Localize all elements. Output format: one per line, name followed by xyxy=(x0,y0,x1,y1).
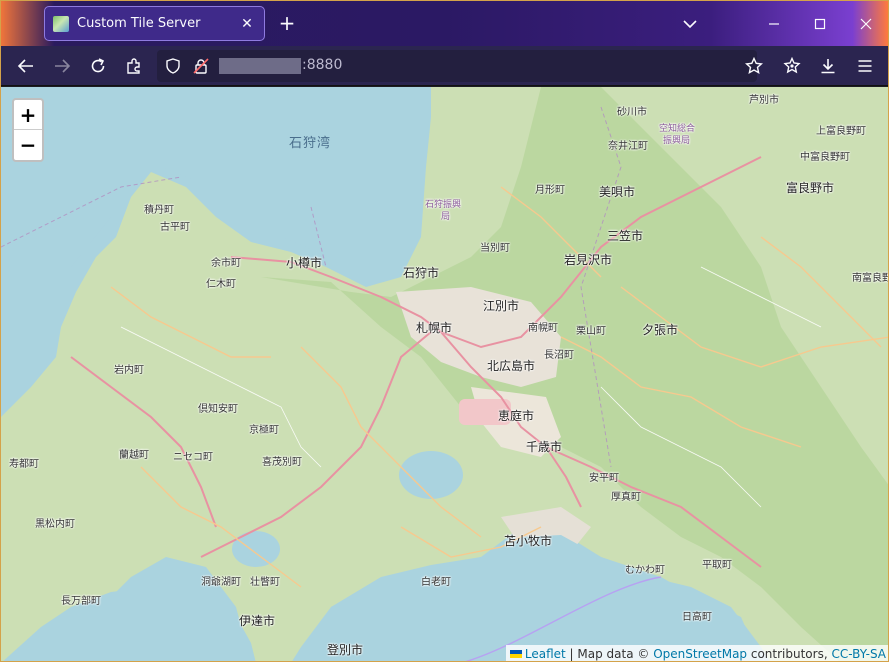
map-label: 恵庭市 xyxy=(498,409,535,423)
map-label: 中富良野町 xyxy=(800,152,850,163)
map-label: 千歳市 xyxy=(526,440,563,454)
map-label-admin: 局 xyxy=(441,212,451,222)
reload-icon xyxy=(91,58,105,73)
map-label: 札幌市 xyxy=(416,321,453,335)
bookmark-button[interactable] xyxy=(741,54,767,78)
map-label: 京極町 xyxy=(249,425,279,436)
map-label: 登別市 xyxy=(327,643,364,657)
zoom-control: + − xyxy=(12,98,44,162)
zoom-out-button[interactable]: − xyxy=(14,130,42,160)
map-label: 厚真町 xyxy=(611,492,641,503)
map-label: 夕張市 xyxy=(642,323,679,337)
map-label: 白老町 xyxy=(421,577,451,588)
downloads-button[interactable] xyxy=(815,54,841,78)
maximize-icon xyxy=(814,18,826,30)
map-label-admin: 振興局 xyxy=(663,136,691,146)
menu-button[interactable] xyxy=(852,54,878,78)
navigation-toolbar: :8880 xyxy=(1,46,888,86)
ukraine-flag-icon xyxy=(509,650,522,658)
map-label: 砂川市 xyxy=(617,107,647,118)
map-label: 南富良野 xyxy=(852,273,889,284)
map-label: 平取町 xyxy=(702,560,732,571)
forward-button[interactable] xyxy=(49,54,75,78)
map-label: 仁木町 xyxy=(206,279,236,290)
map-label: 喜茂別町 xyxy=(262,457,302,468)
close-window-button[interactable] xyxy=(851,11,881,37)
map-label: 倶知安町 xyxy=(198,404,238,415)
map-label: 上富良野町 xyxy=(816,126,866,137)
map-label: 月形町 xyxy=(535,185,565,196)
minimize-button[interactable] xyxy=(759,11,789,37)
arrow-right-icon xyxy=(55,59,71,73)
reload-button[interactable] xyxy=(85,54,111,78)
tab-strip: Custom Tile Server ✕ + xyxy=(1,1,888,46)
map-label: 小樽市 xyxy=(286,256,323,270)
list-tabs-button[interactable] xyxy=(679,13,701,35)
map-label: 江別市 xyxy=(483,299,520,313)
map-label: 当別町 xyxy=(480,243,510,254)
map-label: 三笠市 xyxy=(607,229,644,243)
map-label: 積丹町 xyxy=(144,205,174,216)
map-label: 富良野市 xyxy=(786,181,835,195)
pocket-button[interactable] xyxy=(779,54,805,78)
map-label: 南幌町 xyxy=(528,323,558,334)
openstreetmap-link[interactable]: OpenStreetMap xyxy=(653,647,747,661)
map-label-ishikari-bay: 石狩湾 xyxy=(289,136,332,151)
tab-title: Custom Tile Server xyxy=(77,16,201,31)
map-label: 寿都町 xyxy=(9,459,39,470)
map-label: 美唄市 xyxy=(599,185,636,199)
map-label: 栗山町 xyxy=(576,326,606,337)
leaflet-link[interactable]: Leaflet xyxy=(525,647,566,661)
saved-star-icon xyxy=(783,57,801,74)
close-icon xyxy=(860,18,872,30)
map-label: むかわ町 xyxy=(625,565,665,576)
map-label: 北広島市 xyxy=(487,359,536,373)
chevron-down-icon xyxy=(683,20,697,29)
map-label: 日高町 xyxy=(682,612,712,623)
back-button[interactable] xyxy=(13,54,39,78)
shield-icon[interactable] xyxy=(165,58,181,74)
map-label: 黒松内町 xyxy=(35,519,75,530)
map-label: 長万部町 xyxy=(61,596,101,607)
extensions-button[interactable] xyxy=(121,54,147,78)
url-host-redacted xyxy=(219,58,301,74)
map-label: 苫小牧市 xyxy=(504,534,553,548)
map-label: 芦別市 xyxy=(749,95,779,106)
map-label: 余市町 xyxy=(211,258,241,269)
map-label: 安平町 xyxy=(589,473,619,484)
close-tab-icon[interactable]: ✕ xyxy=(236,13,258,35)
map-label: 壮瞥町 xyxy=(250,577,280,588)
minimize-icon xyxy=(769,23,779,25)
map-attribution: Leaflet | Map data © OpenStreetMap contr… xyxy=(505,645,888,661)
map-label: 蘭越町 xyxy=(119,450,149,461)
map-label: 岩内町 xyxy=(114,365,144,376)
url-port: :8880 xyxy=(302,57,343,73)
map-label: 石狩市 xyxy=(403,266,440,280)
puzzle-icon xyxy=(127,58,140,74)
map-label: 奈井江町 xyxy=(608,141,648,152)
browser-window: Custom Tile Server ✕ +:8880 石狩湾 砂川市 芦別市… xyxy=(0,0,889,662)
map-label: 伊達市 xyxy=(239,614,276,628)
attribution-text-contributors: contributors, xyxy=(747,647,832,661)
star-icon xyxy=(745,57,763,74)
maximize-button[interactable] xyxy=(805,11,835,37)
map-container[interactable]: 石狩湾 砂川市 芦別市 空知総合 振興局 上富良野町 中富良野町 富良野市 奈井… xyxy=(1,87,889,661)
new-tab-button[interactable]: + xyxy=(277,12,297,34)
url-bar[interactable]: :8880 xyxy=(157,50,757,82)
zoom-in-button[interactable]: + xyxy=(14,100,42,130)
tab-custom-tile-server[interactable]: Custom Tile Server ✕ xyxy=(44,6,265,41)
map-label: 洞爺湖町 xyxy=(201,577,241,588)
map-label: ニセコ町 xyxy=(173,452,213,463)
arrow-left-icon xyxy=(17,59,33,73)
attribution-text: | Map data © xyxy=(565,647,654,661)
insecure-lock-icon[interactable] xyxy=(193,58,209,74)
map-label: 長沼町 xyxy=(544,350,574,361)
map-favicon-icon xyxy=(53,15,69,32)
hamburger-menu-icon xyxy=(858,60,872,72)
map-label: 古平町 xyxy=(160,222,190,233)
download-icon xyxy=(821,59,835,74)
map-label: 岩見沢市 xyxy=(564,253,613,267)
license-link[interactable]: CC-BY-SA xyxy=(831,647,886,661)
